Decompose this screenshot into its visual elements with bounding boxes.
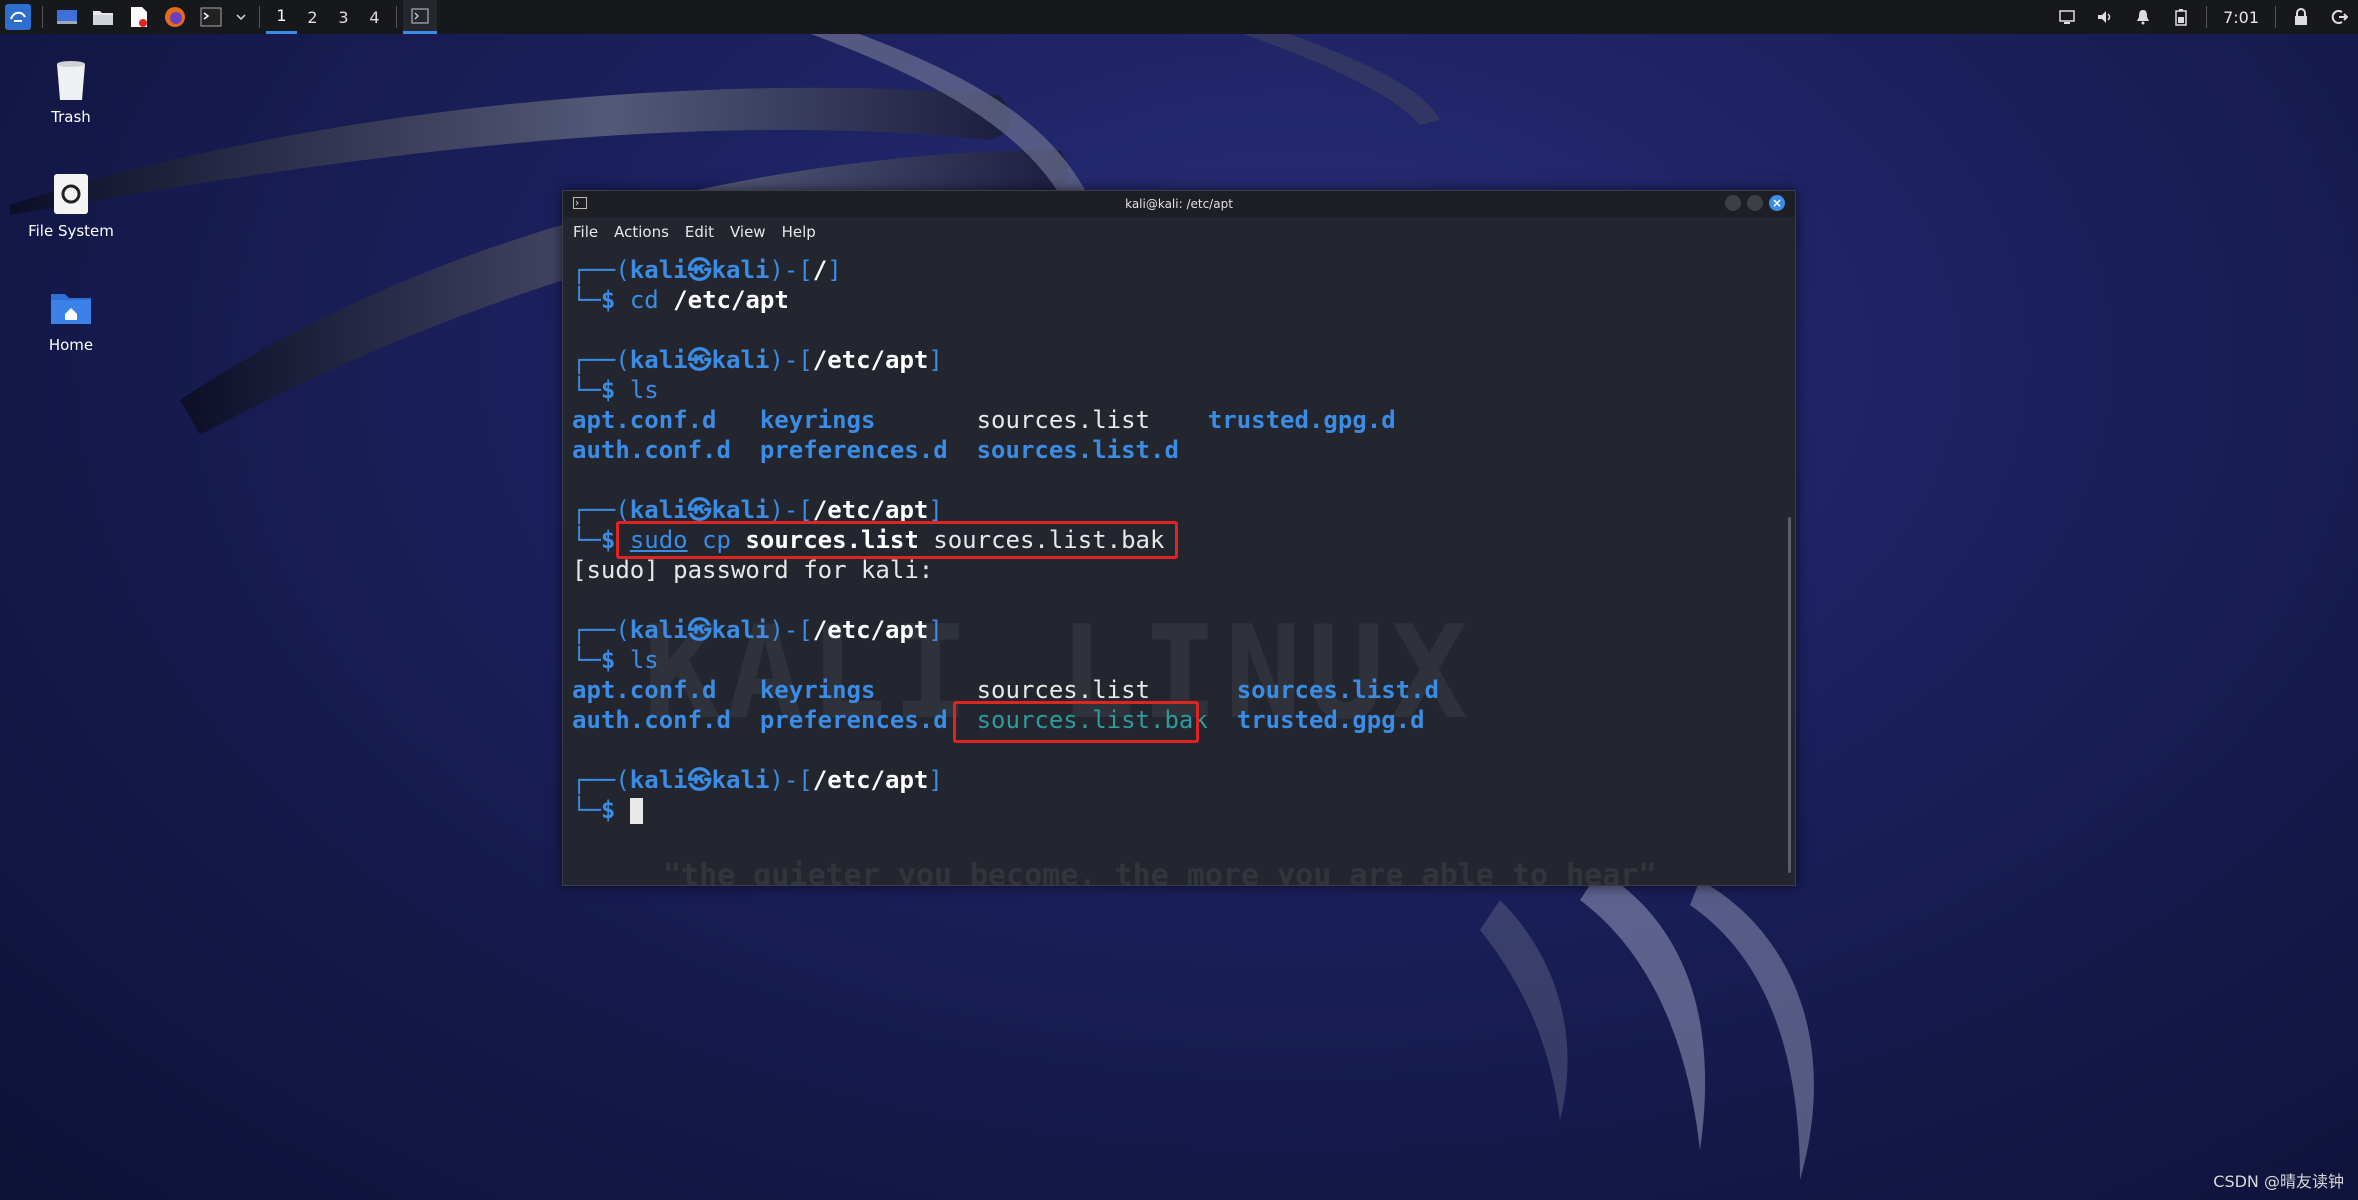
- window-titlebar[interactable]: kali@kali: /etc/apt ×: [563, 191, 1795, 217]
- minimize-button[interactable]: [1725, 195, 1741, 211]
- terminal-scrollbar[interactable]: [1788, 517, 1791, 873]
- kali-quote: "the quieter you become, the more you ar…: [663, 858, 1657, 886]
- workspace-3[interactable]: 3: [328, 0, 359, 34]
- workspace-1[interactable]: 1: [266, 0, 297, 34]
- ls-output-row: apt.conf.d keyrings sources.list trusted…: [572, 406, 1396, 434]
- prompt-line: ┌──(kali㉿kali)-[/etc/apt]: [572, 616, 943, 644]
- desktop-icon-label: Home: [48, 336, 94, 354]
- close-button[interactable]: ×: [1769, 195, 1785, 211]
- notification-icon[interactable]: [2130, 4, 2156, 30]
- terminal-menubar: File Actions Edit View Help: [563, 217, 1795, 247]
- terminal-window[interactable]: kali@kali: /etc/apt × File Actions Edit …: [562, 190, 1796, 886]
- home-folder-icon: [47, 284, 95, 332]
- panel-separator: [42, 6, 43, 28]
- desktop-trash[interactable]: Trash: [16, 56, 126, 126]
- display-icon[interactable]: [2054, 4, 2080, 30]
- prompt-line: ┌──(kali㉿kali)-[/]: [572, 256, 842, 284]
- kali-menu-icon[interactable]: [5, 4, 31, 30]
- file-manager-icon[interactable]: [90, 4, 116, 30]
- desktop-icon-label: File System: [28, 222, 114, 240]
- lock-icon[interactable]: [2288, 4, 2314, 30]
- csdn-watermark: CSDN @晴友读钟: [2213, 1172, 2344, 1191]
- ls-output-row: auth.conf.d preferences.d sources.list.b…: [572, 701, 1795, 743]
- desktop-filesystem[interactable]: File System: [16, 170, 126, 240]
- taskbar-terminal-button[interactable]: [403, 0, 437, 34]
- drive-icon: [47, 170, 95, 218]
- menu-edit[interactable]: Edit: [685, 223, 714, 241]
- command-line[interactable]: └─$: [572, 795, 1795, 825]
- firefox-icon[interactable]: [162, 4, 188, 30]
- desktop-icon[interactable]: [54, 4, 80, 30]
- command-line: └─$ cd /etc/apt: [572, 286, 789, 314]
- desktop-icon-label: Trash: [51, 108, 91, 126]
- panel-separator: [259, 6, 260, 28]
- chevron-down-icon[interactable]: [234, 4, 248, 30]
- panel-separator: [2206, 6, 2208, 28]
- volume-icon[interactable]: [2092, 4, 2118, 30]
- workspace-2[interactable]: 2: [297, 0, 328, 34]
- clock[interactable]: 7:01: [2223, 8, 2259, 27]
- desktop-home[interactable]: Home: [16, 284, 126, 354]
- command-line: └─$ sudo cp sources.list sources.list.ba…: [572, 521, 1795, 559]
- workspace-4[interactable]: 4: [359, 0, 390, 34]
- logout-icon[interactable]: [2326, 4, 2352, 30]
- menu-actions[interactable]: Actions: [614, 223, 669, 241]
- panel-left: 1 2 3 4: [0, 0, 437, 34]
- window-controls: ×: [1725, 195, 1785, 211]
- top-panel: 1 2 3 4 7:01: [0, 0, 2358, 34]
- command-line: └─$ ls: [572, 646, 659, 674]
- command-line: └─$ ls: [572, 376, 659, 404]
- panel-tray: 7:01: [2048, 0, 2358, 34]
- text-cursor: [629, 798, 643, 824]
- terminal-output[interactable]: KALI LINUX "the quieter you become, the …: [563, 247, 1795, 885]
- highlight-box-command: [616, 521, 1178, 559]
- sudo-prompt: [sudo] password for kali:: [572, 556, 934, 584]
- prompt-line: ┌──(kali㉿kali)-[/etc/apt]: [572, 766, 943, 794]
- panel-separator: [2275, 6, 2276, 28]
- trash-icon: [47, 56, 95, 104]
- window-title: kali@kali: /etc/apt: [1125, 197, 1233, 211]
- terminal-icon: [573, 197, 587, 209]
- menu-view[interactable]: View: [730, 223, 766, 241]
- text-editor-icon[interactable]: [126, 4, 152, 30]
- maximize-button[interactable]: [1747, 195, 1763, 211]
- terminal-icon[interactable]: [198, 4, 224, 30]
- menu-file[interactable]: File: [573, 223, 598, 241]
- ls-output-row: auth.conf.d preferences.d sources.list.d: [572, 436, 1179, 464]
- prompt-line: ┌──(kali㉿kali)-[/etc/apt]: [572, 346, 943, 374]
- battery-icon[interactable]: [2168, 4, 2194, 30]
- panel-separator: [396, 6, 397, 28]
- menu-help[interactable]: Help: [782, 223, 816, 241]
